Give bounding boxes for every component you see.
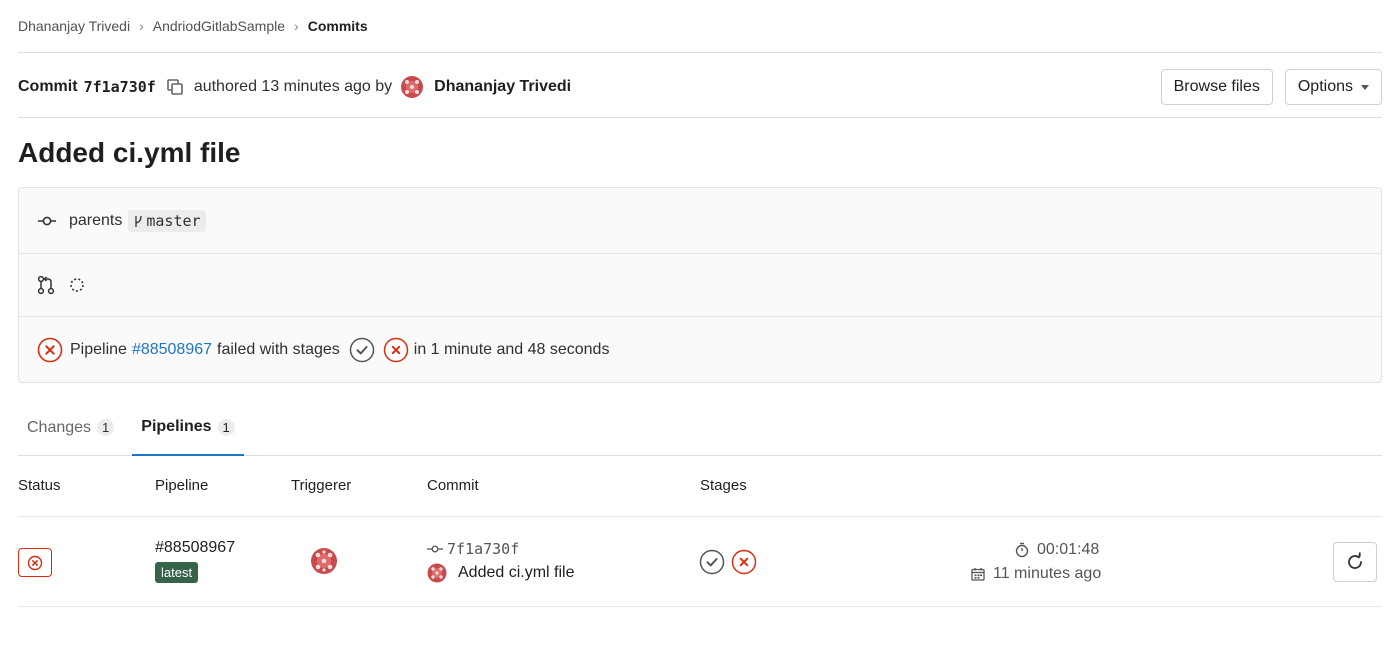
branch-chip[interactable]: master [128,209,206,232]
retry-icon [1348,552,1362,569]
column-header-commit: Commit [427,477,479,494]
commit-header: Commit 7f1a730f authored 13 minutes ago … [18,69,1382,105]
column-header-pipeline: Pipeline [155,477,209,494]
tab-count: 1 [217,418,235,436]
pipeline-duration-text: in 1 minute and 48 seconds [413,340,610,358]
commit-tabs: Changes 1 Pipelines 1 [18,400,1382,456]
divider [18,52,1382,53]
column-header-triggerer: Triggerer [291,477,352,494]
duration-cell: 00:01:48 [1015,541,1099,559]
caret-down-icon [1361,84,1369,90]
column-header-status: Status [18,477,61,494]
failed-icon [27,555,43,570]
breadcrumb: Dhananjay Trivedi › AndriodGitlabSample … [18,17,368,35]
breadcrumb-item-user[interactable]: Dhananjay Trivedi [18,18,130,34]
commit-message-cell: Added ci.yml file [427,563,575,583]
stage-failed-icon[interactable] [731,549,757,575]
duration-text: 00:01:48 [1037,541,1100,558]
parents-label: parents [69,211,123,229]
pipeline-status-row: Pipeline #88508967 failed with stages in… [19,317,1381,382]
tab-count: 1 [97,419,115,436]
header-actions: Browse files Options [1160,69,1382,105]
browse-files-button[interactable]: Browse files [1160,69,1273,105]
commit-icon [427,544,443,554]
tab-label: Changes [27,418,92,436]
commit-sha-cell: 7f1a730f [427,540,519,558]
breadcrumb-item-commits[interactable]: Commits [308,18,368,34]
breadcrumb-item-project[interactable]: AndriodGitlabSample [153,18,285,34]
triggerer-avatar[interactable] [310,547,338,575]
chevron-right-icon: › [139,18,144,34]
finished-text: 11 minutes ago [993,565,1102,582]
stage-failed-icon[interactable] [383,337,409,363]
commit-title: Added ci.yml file [18,137,241,168]
stage-passed-icon[interactable] [699,549,725,575]
divider [18,516,1382,517]
loading-spinner-icon [69,277,85,293]
commit-author-avatar[interactable] [427,563,447,583]
commit-label: Commit [18,78,78,95]
column-header-stages: Stages [700,477,747,494]
pipeline-status-text: failed with stages [217,340,340,358]
timer-icon [1015,542,1029,558]
divider [18,606,1382,607]
options-dropdown[interactable]: Options [1284,69,1382,105]
stages-cell [699,549,757,575]
merge-request-icon [37,275,55,295]
copy-icon[interactable] [166,78,184,96]
authored-text: authored 13 minutes ago by [193,78,393,95]
commit-icon [37,214,57,228]
branch-name: master [146,211,201,230]
tab-label: Pipelines [141,418,212,435]
commit-info-panel: parents master Pipeline #88508967 failed… [18,187,1382,383]
pipeline-prefix: Pipeline [70,340,127,358]
retry-button[interactable] [1333,542,1377,582]
tab-pipelines[interactable]: Pipelines 1 [132,400,244,456]
stage-passed-icon[interactable] [349,337,375,363]
branch-icon [133,214,143,228]
latest-badge: latest [155,562,199,583]
author-name[interactable]: Dhananjay Trivedi [434,78,571,96]
chevron-right-icon: › [294,18,299,34]
author-avatar[interactable] [400,75,424,99]
finished-cell: 11 minutes ago [971,565,1101,583]
pipeline-id-link[interactable]: #88508967 [155,539,235,557]
divider [18,117,1382,118]
merge-request-row [19,254,1381,317]
status-failed-button[interactable] [18,548,52,577]
commit-message-link[interactable]: Added ci.yml file [458,564,575,582]
options-label: Options [1297,78,1353,95]
parents-row: parents master [19,188,1381,254]
tab-changes[interactable]: Changes 1 [18,400,123,455]
pipeline-failed-icon[interactable] [37,337,63,363]
commit-sha-link[interactable]: 7f1a730f [447,540,519,558]
pipeline-link[interactable]: #88508967 [132,341,212,359]
calendar-icon [971,567,985,581]
commit-sha: 7f1a730f [83,78,156,96]
